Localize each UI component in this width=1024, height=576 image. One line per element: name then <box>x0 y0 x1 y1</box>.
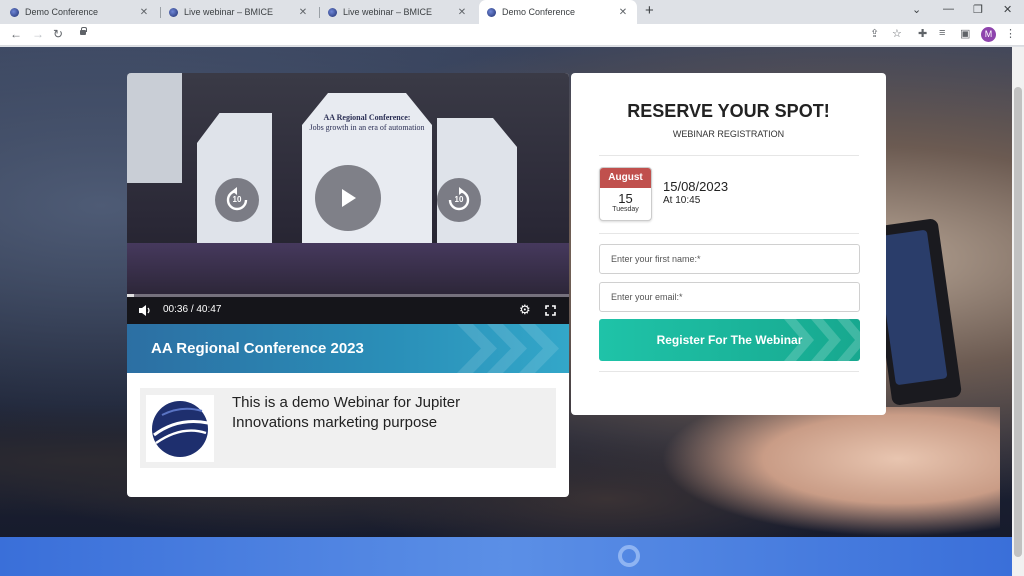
page-background: AA Regional Conference: Jobs growth in a… <box>0 47 1012 576</box>
browser-tab[interactable]: Live webinar – BMICE ✕ <box>320 0 476 24</box>
forward-10-button[interactable]: 10 <box>437 178 481 222</box>
site-favicon-icon <box>169 7 178 17</box>
page-scrollbar[interactable] <box>1012 47 1024 576</box>
video-time-readout: 00:36 / 40:47 <box>163 304 221 315</box>
video-frame-backdrop <box>127 73 182 183</box>
calendar-weekday: Tuesday <box>612 206 639 213</box>
tab-search-icon[interactable]: ⌄ <box>912 3 921 16</box>
share-icon[interactable]: ⇪ <box>870 27 879 40</box>
calendar-month: August <box>600 168 651 188</box>
calendar-day: 15 <box>618 191 633 206</box>
tab-close-icon[interactable]: ✕ <box>138 7 150 18</box>
chevron-decoration <box>457 324 497 373</box>
tab-title: Demo Conference <box>502 7 576 17</box>
site-favicon-icon <box>487 7 496 17</box>
browser-tab-bar: Demo Conference ✕ Live webinar – BMICE ✕… <box>0 0 1024 24</box>
close-window-icon[interactable]: ✕ <box>1003 3 1012 16</box>
browser-tab-active[interactable]: Demo Conference ✕ <box>479 0 637 24</box>
reload-icon[interactable]: ↻ <box>53 27 63 41</box>
footer-ring-decoration <box>618 545 640 567</box>
page-footer-band <box>0 537 1012 576</box>
tab-title: Live webinar – BMICE <box>343 7 433 17</box>
time-separator: / <box>190 304 194 315</box>
video-frame-stage <box>127 243 569 298</box>
forward-seconds: 10 <box>454 195 464 204</box>
tab-close-icon[interactable]: ✕ <box>617 7 629 18</box>
play-button[interactable] <box>315 165 381 231</box>
event-title: AA Regional Conference 2023 <box>151 340 364 357</box>
calendar-icon: August 15 Tuesday <box>599 167 652 221</box>
play-icon <box>342 189 356 207</box>
profile-avatar[interactable]: M <box>981 27 996 42</box>
registration-card: RESERVE YOUR SPOT! WEBINAR REGISTRATION … <box>571 73 886 415</box>
current-time: 00:36 <box>163 304 189 315</box>
site-favicon-icon <box>328 7 337 17</box>
minimize-icon[interactable]: — <box>943 3 954 15</box>
settings-gear-icon[interactable]: ⚙ <box>519 302 531 318</box>
extensions-icon[interactable]: ✚ <box>918 27 927 40</box>
tab-close-icon[interactable]: ✕ <box>297 7 309 18</box>
background-hand-image <box>660 407 1000 537</box>
event-description-box: This is a demo Webinar for Jupiter Innov… <box>140 388 556 468</box>
registration-heading: RESERVE YOUR SPOT! <box>627 101 830 121</box>
rewind-10-button[interactable]: 10 <box>215 178 259 222</box>
registration-subheading: WEBINAR REGISTRATION <box>672 129 785 139</box>
new-tab-button[interactable]: + <box>645 2 654 19</box>
video-control-bar: 00:36 / 40:47 ⚙ <box>127 297 569 324</box>
tab-title: Live webinar – BMICE <box>184 7 274 17</box>
volume-icon[interactable] <box>138 304 152 317</box>
organizer-logo <box>146 395 214 462</box>
event-title-bar: AA Regional Conference 2023 <box>127 324 569 373</box>
side-panel-icon[interactable]: ▣ <box>960 27 970 40</box>
register-button[interactable]: Register For The Webinar <box>599 319 860 361</box>
divider <box>599 155 859 156</box>
first-name-field[interactable] <box>599 244 860 274</box>
menu-kebab-icon[interactable]: ⋮ <box>1005 27 1016 40</box>
rewind-seconds: 10 <box>232 195 242 204</box>
divider <box>599 371 859 372</box>
video-card: AA Regional Conference: Jobs growth in a… <box>127 73 569 497</box>
forward-icon[interactable]: → <box>32 27 44 41</box>
divider <box>599 233 859 234</box>
fullscreen-icon[interactable] <box>545 305 556 316</box>
event-description: This is a demo Webinar for Jupiter Innov… <box>232 394 461 431</box>
globe-logo-icon <box>152 400 209 457</box>
event-date: 15/08/2023 <box>663 179 729 194</box>
total-duration: 40:47 <box>196 304 222 315</box>
event-time: At 10:45 <box>663 195 701 206</box>
tab-close-icon[interactable]: ✕ <box>456 7 468 18</box>
video-player[interactable]: AA Regional Conference: Jobs growth in a… <box>127 73 569 324</box>
site-favicon-icon <box>10 7 19 17</box>
stage-caption-title: AA Regional Conference: <box>323 113 411 122</box>
scrollbar-thumb[interactable] <box>1014 87 1022 557</box>
register-button-label: Register For The Webinar <box>656 333 803 347</box>
bookmark-star-icon[interactable]: ☆ <box>892 27 902 40</box>
tab-title: Demo Conference <box>25 7 99 17</box>
back-icon[interactable]: ← <box>10 27 22 41</box>
stage-caption: AA Regional Conference: Jobs growth in a… <box>305 113 429 132</box>
chevron-decoration <box>811 319 841 361</box>
browser-tab[interactable]: Demo Conference ✕ <box>2 0 158 24</box>
address-bar[interactable] <box>72 26 912 44</box>
email-field[interactable] <box>599 282 860 312</box>
lock-icon <box>80 27 87 35</box>
browser-toolbar: ← → ↻ ⇪ ☆ ✚ ≡ ▣ ⋮ <box>0 24 1024 46</box>
restore-icon[interactable]: ❐ <box>973 3 983 16</box>
browser-tab[interactable]: Live webinar – BMICE ✕ <box>161 0 317 24</box>
stage-caption-subtitle: Jobs growth in an era of automation <box>309 122 425 132</box>
media-controls-icon[interactable]: ≡ <box>939 27 945 39</box>
